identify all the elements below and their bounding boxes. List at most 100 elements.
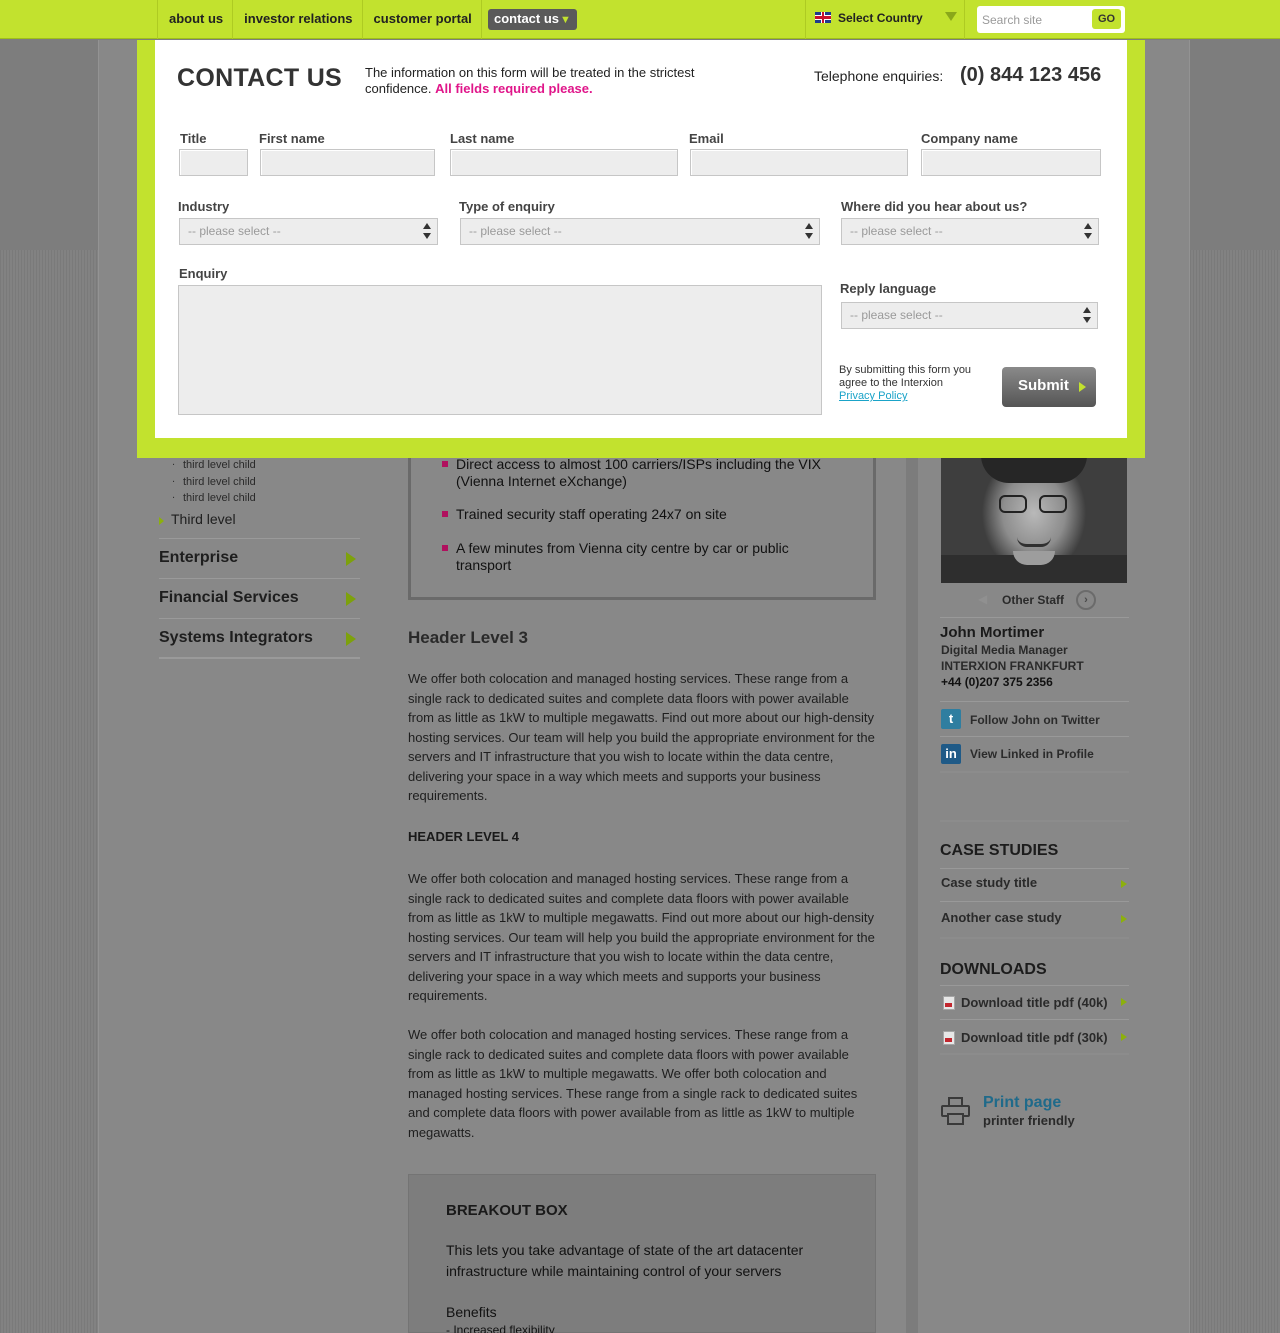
select-value: -- please select -- xyxy=(188,224,281,238)
chevron-right-icon xyxy=(1121,998,1127,1006)
divider xyxy=(940,1019,1129,1020)
divider xyxy=(940,901,1129,902)
divider xyxy=(940,937,1129,939)
list-item: Trained security staff operating 24x7 on… xyxy=(456,506,727,522)
download-link[interactable]: Download title pdf (30k) xyxy=(961,1030,1108,1045)
nav-contact-us[interactable]: contact us▼ xyxy=(488,9,577,30)
last-name-field[interactable] xyxy=(450,149,678,176)
staff-office: INTERXION FRANKFURT xyxy=(941,659,1084,673)
search-box: GO xyxy=(977,6,1125,33)
staff-name: John Mortimer xyxy=(940,624,1045,641)
subnav-child-item[interactable]: third level child xyxy=(172,456,256,471)
content-heading-3: Header Level 3 xyxy=(408,628,529,647)
sidebar-item-label: Financial Services xyxy=(159,589,299,606)
case-study-link[interactable]: Case study title xyxy=(941,875,1037,890)
chevron-left-icon[interactable]: ◀ xyxy=(978,592,987,606)
subnav-child-item[interactable]: third level child xyxy=(172,489,256,504)
linkedin-icon[interactable]: in xyxy=(941,744,961,764)
content-paragraph: We offer both colocation and managed hos… xyxy=(408,1027,858,1140)
sidebar-item-systems-integrators[interactable]: Systems Integrators xyxy=(159,618,360,658)
title-label: Title xyxy=(180,131,207,146)
select-arrows-icon xyxy=(1084,223,1092,240)
content-paragraph: We offer both colocation and managed hos… xyxy=(408,871,875,1003)
content-heading-4: HEADER LEVEL 4 xyxy=(408,829,520,844)
chevron-right-icon xyxy=(346,592,356,606)
title-field[interactable] xyxy=(179,149,248,176)
divider xyxy=(940,736,1129,737)
bullet-icon xyxy=(442,545,448,551)
divider xyxy=(940,985,1129,986)
content-paragraph: We offer both colocation and managed hos… xyxy=(408,671,875,803)
agreement-label: By submitting this form you agree to the… xyxy=(839,364,972,389)
company-name-field[interactable] xyxy=(921,149,1101,176)
last-name-label: Last name xyxy=(450,131,515,146)
twitter-icon[interactable]: t xyxy=(941,709,961,729)
first-name-field[interactable] xyxy=(260,149,435,176)
list-item: Direct access to almost 100 carriers/ISP… xyxy=(456,456,821,489)
industry-select[interactable]: -- please select -- xyxy=(179,218,438,245)
search-go-button[interactable]: GO xyxy=(1092,9,1121,29)
enquiry-type-select[interactable]: -- please select -- xyxy=(460,218,820,245)
download-link[interactable]: Download title pdf (40k) xyxy=(961,995,1108,1010)
divider xyxy=(940,617,1129,618)
company-name-label: Company name xyxy=(921,131,1018,146)
chevron-right-icon xyxy=(1121,880,1127,888)
breakout-title: BREAKOUT BOX xyxy=(446,1202,568,1219)
staff-photo xyxy=(941,455,1127,583)
telephone-number: (0) 844 123 456 xyxy=(960,64,1102,86)
chevron-right-icon xyxy=(346,632,356,646)
privacy-policy-link[interactable]: Privacy Policy xyxy=(839,390,907,402)
divider xyxy=(159,657,360,659)
submit-label: Submit xyxy=(1018,377,1069,394)
heard-about-select[interactable]: -- please select -- xyxy=(841,218,1099,245)
downloads-heading: DOWNLOADS xyxy=(940,961,1047,978)
reply-language-label: Reply language xyxy=(840,281,937,296)
case-studies-heading: CASE STUDIES xyxy=(940,842,1059,859)
select-value: -- please select -- xyxy=(850,308,943,322)
email-label: Email xyxy=(689,131,724,146)
required-notice: All fields required please. xyxy=(435,81,593,96)
agreement-text: By submitting this form you agree to the… xyxy=(839,364,989,403)
sidebar-item-label: Enterprise xyxy=(159,549,239,566)
linkedin-link[interactable]: View Linked in Profile xyxy=(970,747,1094,761)
sidebar-item-enterprise[interactable]: Enterprise xyxy=(159,538,360,578)
list-item: A few minutes from Vienna city centre by… xyxy=(456,540,789,573)
reply-language-select[interactable]: -- please select -- xyxy=(841,302,1098,329)
printer-icon[interactable] xyxy=(941,1097,970,1125)
modal-title: CONTACT US xyxy=(177,64,343,92)
pdf-icon xyxy=(943,996,955,1010)
chevron-down-icon xyxy=(945,12,957,21)
industry-label: Industry xyxy=(178,199,230,214)
subnav-third-level[interactable]: Third level xyxy=(171,511,236,527)
top-navigation-bar: about us investor relations customer por… xyxy=(0,0,1280,39)
submit-button[interactable]: Submit xyxy=(1002,367,1096,407)
nav-customer-portal[interactable]: customer portal xyxy=(361,0,482,39)
top-nav: about us investor relations customer por… xyxy=(157,0,482,39)
nav-contact-us-wrap: contact us▼ xyxy=(488,9,577,30)
print-page-subtitle: printer friendly xyxy=(983,1113,1075,1128)
telephone-label: Telephone enquiries: xyxy=(814,68,944,84)
nav-about-us[interactable]: about us xyxy=(157,0,232,39)
staff-role: Digital Media Manager xyxy=(941,643,1068,657)
nav-contact-us-label: contact us xyxy=(494,11,560,26)
twitter-link[interactable]: Follow John on Twitter xyxy=(970,713,1100,727)
divider xyxy=(940,701,1129,702)
print-page-link[interactable]: Print page xyxy=(983,1094,1061,1112)
email-field[interactable] xyxy=(690,149,908,176)
enquiry-textarea[interactable] xyxy=(178,285,822,415)
nav-investor-relations[interactable]: investor relations xyxy=(232,0,361,39)
breakout-benefit-item: - Increased flexibility xyxy=(446,1323,555,1333)
country-selector[interactable]: Select Country xyxy=(805,0,965,39)
first-name-label: First name xyxy=(259,131,325,146)
background-stripe-left xyxy=(0,250,98,1333)
chevron-right-icon[interactable]: › xyxy=(1076,590,1096,610)
search-input[interactable] xyxy=(982,10,1087,29)
sidebar-item-financial-services[interactable]: Financial Services xyxy=(159,578,360,618)
staff-phone: +44 (0)207 375 2356 xyxy=(941,675,1053,689)
chevron-right-icon xyxy=(1121,1033,1127,1041)
chevron-right-icon xyxy=(1121,915,1127,923)
case-study-link[interactable]: Another case study xyxy=(941,910,1062,925)
breakout-text: This lets you take advantage of state of… xyxy=(446,1242,804,1279)
subnav-child-item[interactable]: third level child xyxy=(172,473,256,488)
chevron-down-icon: ▼ xyxy=(560,14,571,26)
